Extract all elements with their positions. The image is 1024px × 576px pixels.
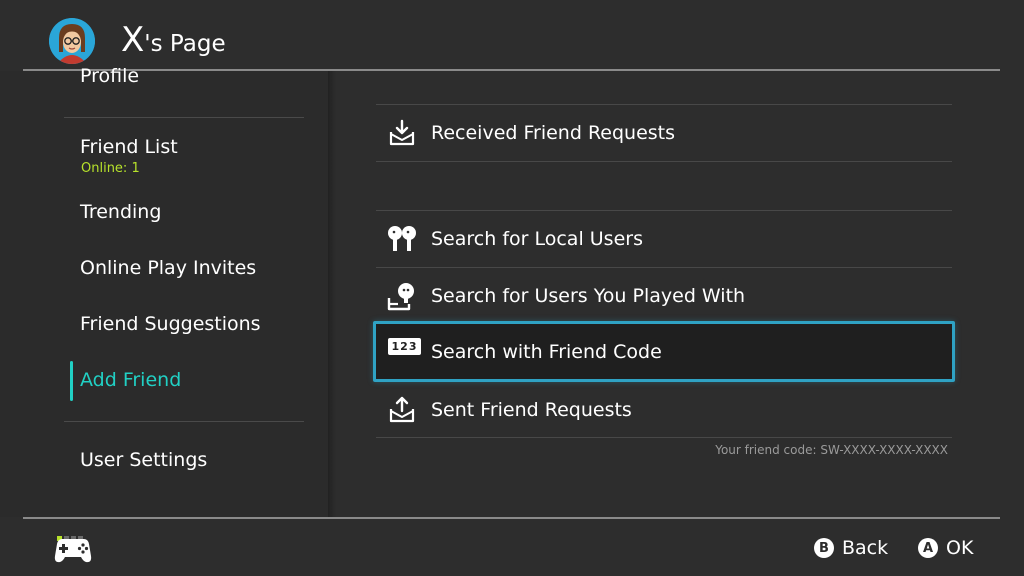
search-played-with-item[interactable]: Search for Users You Played With: [376, 268, 952, 324]
avatar-mii-icon: [49, 18, 95, 64]
controller-icon: [54, 539, 92, 563]
friend-code-text: Your friend code: SW-XXXX-XXXX-XXXX: [715, 443, 948, 457]
search-friend-code-item[interactable]: 123 Search with Friend Code: [373, 321, 955, 382]
sent-friend-requests-label: Sent Friend Requests: [431, 399, 632, 421]
online-count: Online: 1: [81, 161, 140, 176]
page-title-initial: X: [121, 20, 145, 60]
inbox-download-icon: [389, 119, 415, 146]
a-button-icon: A: [918, 538, 938, 558]
sidebar-item-profile[interactable]: Profile: [80, 65, 139, 87]
search-played-with-label: Search for Users You Played With: [431, 285, 746, 307]
header: X's Page: [0, 0, 1024, 70]
content-divider: [376, 437, 952, 438]
search-local-users-item[interactable]: Search for Local Users: [376, 211, 952, 267]
sidebar-item-add-friend[interactable]: Add Friend: [80, 369, 181, 391]
received-friend-requests-label: Received Friend Requests: [431, 122, 676, 144]
b-button-icon: B: [814, 538, 834, 558]
played-with-icon: [387, 283, 414, 311]
sidebar-item-trending[interactable]: Trending: [80, 201, 161, 223]
outbox-upload-icon: [389, 396, 415, 423]
friend-code-icon: 123: [388, 338, 421, 355]
local-users-icon: [388, 226, 416, 251]
sidebar-item-user-settings[interactable]: User Settings: [80, 449, 207, 471]
avatar[interactable]: [49, 18, 95, 64]
sidebar-item-friend-suggestions[interactable]: Friend Suggestions: [80, 313, 261, 335]
content-divider: [376, 161, 952, 162]
received-friend-requests-item[interactable]: Received Friend Requests: [376, 105, 952, 161]
sidebar-item-online-play-invites[interactable]: Online Play Invites: [80, 257, 256, 279]
active-indicator: [70, 361, 73, 401]
ok-hint[interactable]: A OK: [918, 536, 973, 560]
back-hint[interactable]: B Back: [814, 536, 888, 560]
back-label: Back: [842, 537, 889, 559]
sidebar-divider: [64, 117, 304, 118]
sidebar-shadow: [328, 71, 336, 517]
ok-label: OK: [946, 537, 974, 559]
sidebar-item-friend-list[interactable]: Friend List: [80, 136, 178, 158]
page-title-suffix: 's Page: [144, 31, 226, 57]
sidebar-divider: [64, 421, 304, 422]
sent-friend-requests-item[interactable]: Sent Friend Requests: [376, 382, 952, 438]
search-friend-code-label: Search with Friend Code: [431, 340, 662, 363]
page-title: X's Page: [121, 18, 226, 66]
search-local-users-label: Search for Local Users: [431, 228, 643, 250]
